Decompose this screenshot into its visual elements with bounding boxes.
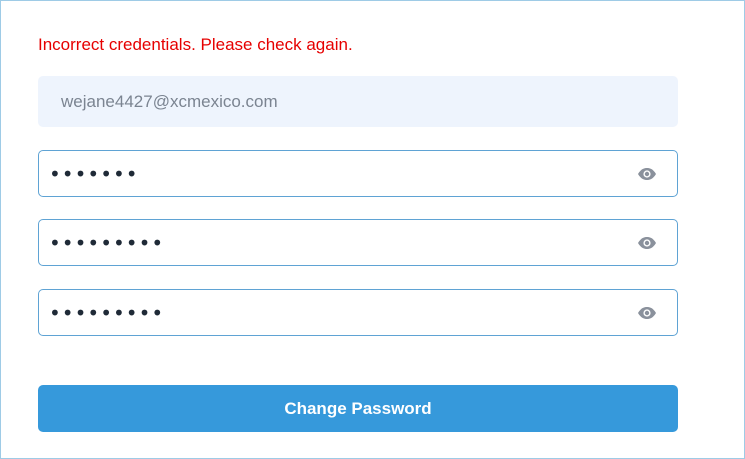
current-password-field[interactable]: •••••••: [38, 150, 678, 197]
change-password-panel: Incorrect credentials. Please check agai…: [0, 0, 745, 459]
eye-icon[interactable]: [635, 301, 659, 325]
new-password-field[interactable]: •••••••••: [38, 219, 678, 266]
confirm-password-field[interactable]: •••••••••: [38, 289, 678, 336]
email-field: wejane4427@xcmexico.com: [38, 76, 678, 127]
change-password-button[interactable]: Change Password: [38, 385, 678, 432]
eye-icon[interactable]: [635, 162, 659, 186]
current-password-value[interactable]: •••••••: [49, 164, 635, 184]
confirm-password-value[interactable]: •••••••••: [49, 303, 635, 323]
error-message: Incorrect credentials. Please check agai…: [38, 35, 353, 54]
eye-icon[interactable]: [635, 231, 659, 255]
new-password-value[interactable]: •••••••••: [49, 233, 635, 253]
